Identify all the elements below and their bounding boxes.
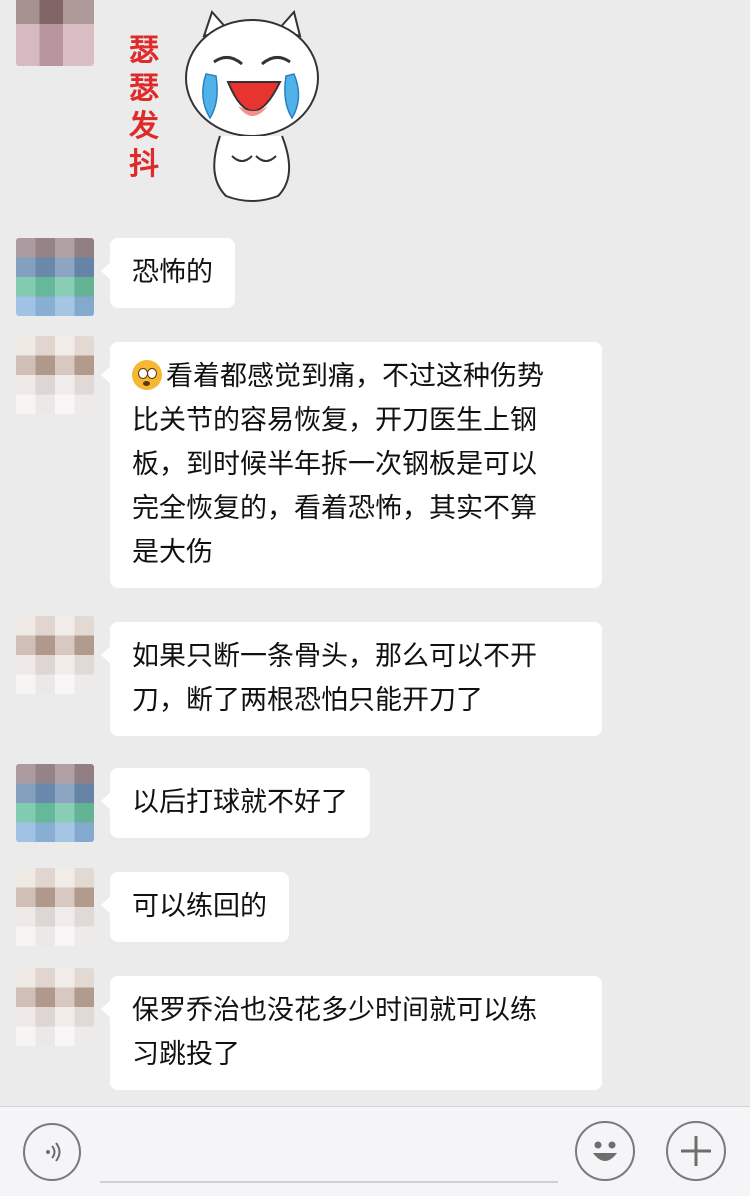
avatar[interactable] bbox=[16, 616, 94, 694]
avatar[interactable] bbox=[16, 968, 94, 1046]
add-button[interactable] bbox=[666, 1121, 726, 1181]
message-bubble[interactable]: 保罗乔治也没花多少时间就可以练 习跳投了 bbox=[101, 976, 602, 1090]
message-bubble[interactable]: 看着都感觉到痛，不过这种伤势 比关节的容易恢复，开刀医生上钢 板，到时候半年拆一… bbox=[101, 342, 602, 588]
avatar[interactable] bbox=[16, 0, 94, 66]
smiley-icon bbox=[593, 1141, 617, 1161]
avatar[interactable] bbox=[16, 336, 94, 414]
message-text: 恐怖的 bbox=[132, 257, 213, 288]
message-text: 刀，断了两根恐怕只能开刀了 bbox=[132, 685, 483, 716]
message-text: 是大伤 bbox=[132, 537, 213, 568]
message-text: 板，到时候半年拆一次钢板是可以 bbox=[132, 449, 537, 480]
message-bubble[interactable]: 以后打球就不好了 bbox=[101, 768, 370, 838]
voice-button[interactable] bbox=[23, 1123, 81, 1181]
message-bubble[interactable]: 可以练回的 bbox=[101, 872, 289, 942]
emoji-button[interactable] bbox=[575, 1121, 635, 1181]
shocked-face-emoji-icon bbox=[132, 360, 162, 390]
avatar[interactable] bbox=[16, 764, 94, 842]
plus-icon bbox=[681, 1136, 711, 1166]
message-input[interactable] bbox=[100, 1117, 558, 1183]
input-bar bbox=[0, 1106, 750, 1196]
chat-area: 瑟 瑟 发 抖 恐怖的 看着都感觉到痛，不过这种伤势 比关节的容易恢复，开刀医生… bbox=[0, 0, 750, 1106]
message-text: 以后打球就不好了 bbox=[132, 787, 348, 818]
message-text: 保罗乔治也没花多少时间就可以练 bbox=[132, 995, 537, 1026]
sticker-caption: 瑟 瑟 发 抖 bbox=[129, 33, 159, 182]
sticker-message[interactable]: 瑟 瑟 发 抖 bbox=[118, 6, 328, 206]
avatar[interactable] bbox=[16, 868, 94, 946]
message-text: 可以练回的 bbox=[132, 891, 267, 922]
message-bubble[interactable]: 恐怖的 bbox=[101, 238, 235, 308]
message-text: 如果只断一条骨头，那么可以不开 bbox=[132, 641, 537, 672]
avatar[interactable] bbox=[16, 238, 94, 316]
message-text: 看着都感觉到痛，不过这种伤势 bbox=[166, 361, 544, 392]
crying-cat-sticker-icon bbox=[185, 9, 319, 202]
message-text: 完全恢复的，看着恐怖，其实不算 bbox=[132, 493, 537, 524]
message-text: 比关节的容易恢复，开刀医生上钢 bbox=[132, 405, 537, 436]
message-text: 习跳投了 bbox=[132, 1039, 240, 1070]
message-bubble[interactable]: 如果只断一条骨头，那么可以不开 刀，断了两根恐怕只能开刀了 bbox=[101, 622, 602, 736]
voice-icon bbox=[46, 1142, 61, 1162]
